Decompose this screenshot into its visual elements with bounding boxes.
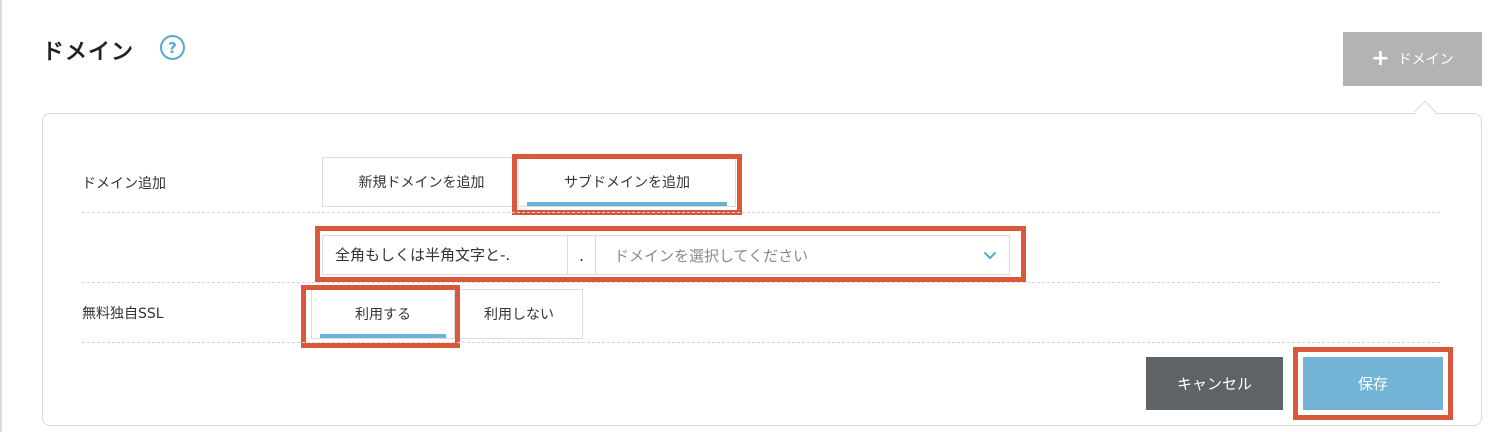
domain-select[interactable]: ドメインを選択してください (595, 235, 1010, 275)
save-button[interactable]: 保存 (1303, 357, 1443, 410)
tab-ssl-not-use[interactable]: 利用しない (455, 289, 583, 339)
tab-new-domain[interactable]: 新規ドメインを追加 (322, 157, 521, 207)
left-border (0, 0, 2, 432)
add-domain-button[interactable]: + ドメイン (1343, 32, 1482, 86)
domain-select-placeholder: ドメインを選択してください (614, 246, 809, 265)
subdomain-input[interactable] (322, 235, 568, 275)
cancel-button[interactable]: キャンセル (1146, 357, 1283, 410)
row-divider (82, 212, 1440, 213)
domain-add-label: ドメイン追加 (82, 176, 166, 192)
plus-icon: + (1371, 46, 1390, 71)
ssl-label: 無料独自SSL (82, 306, 164, 322)
domain-separator: . (568, 235, 595, 275)
page-title: ドメイン (42, 40, 135, 65)
tab-ssl-use[interactable]: 利用する (311, 289, 455, 339)
help-icon[interactable]: ? (160, 35, 185, 60)
row-divider (82, 282, 1440, 283)
chevron-down-icon (984, 252, 996, 259)
add-domain-label: ドメイン (1397, 52, 1454, 68)
tab-add-subdomain[interactable]: サブドメインを追加 (518, 157, 736, 207)
row-divider (82, 342, 1440, 343)
